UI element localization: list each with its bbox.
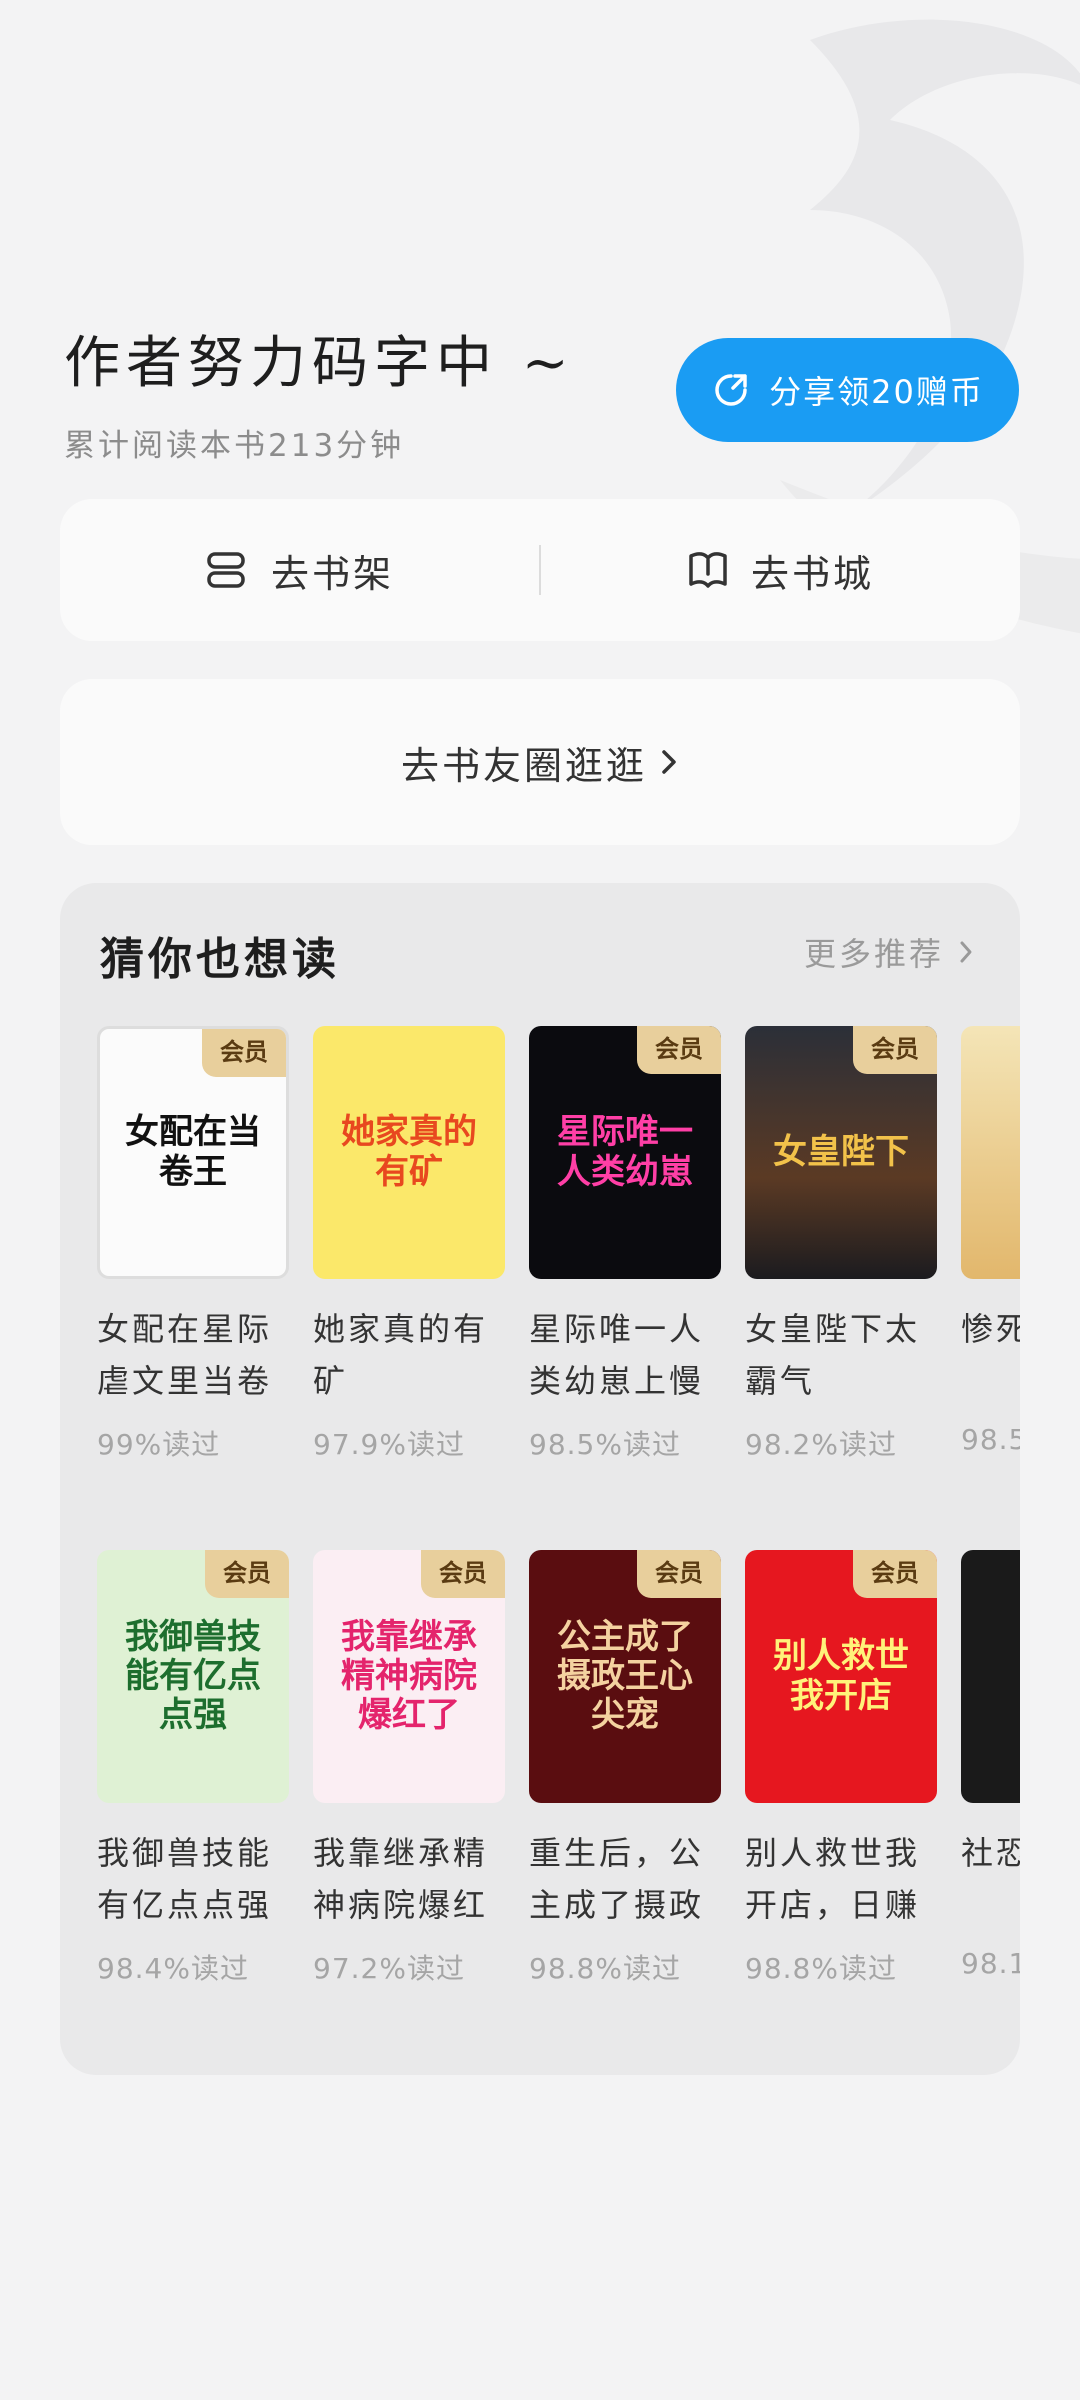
book-title: 我靠继承精神病院爆红	[313, 1834, 489, 1924]
book-cover: 星际唯一人类幼崽 会员	[529, 1026, 721, 1279]
book-row: 女配在当卷王 会员 女配在星际虐文里当卷 99%读过 她家真的有矿 她家真的有矿…	[97, 1026, 1020, 1506]
cover-text: 公主成了摄政王心尖宠	[557, 1616, 693, 1736]
book-card[interactable]: 女配在当卷王 会员 女配在星际虐文里当卷 99%读过	[97, 1026, 289, 1463]
reading-time: 累计阅读本书213分钟	[64, 428, 405, 464]
reader-circle-button[interactable]: 去书友圈逛逛	[60, 679, 1020, 845]
more-recommend-label: 更多推荐	[803, 935, 944, 973]
book-cover	[961, 1550, 1020, 1803]
book-title: 女配在星际虐文里当卷	[97, 1310, 273, 1400]
book-cover: 别人救世我开店 会员	[745, 1550, 937, 1803]
book-cover: 女配在当卷王 会员	[97, 1026, 289, 1279]
vip-badge: 会员	[202, 1029, 286, 1077]
read-rate: 98.8%读过	[745, 1952, 897, 1985]
cover-text: 我靠继承精神病院爆红了	[341, 1616, 477, 1736]
read-rate: 98.8%读过	[529, 1952, 681, 1985]
share-icon	[715, 374, 747, 406]
page-title: 作者努力码字中 ~	[64, 331, 575, 396]
chevron-right-icon	[662, 750, 676, 774]
read-rate: 99%读过	[97, 1428, 221, 1461]
share-button-label: 分享领20赠币	[769, 373, 984, 411]
reader-circle-label: 去书友圈逛逛	[400, 743, 647, 788]
cover-text: 别人救世我开店	[773, 1636, 909, 1716]
book-cover: 我御兽技能有亿点点强 会员	[97, 1550, 289, 1803]
book-card[interactable]: 我御兽技能有亿点点强 会员 我御兽技能有亿点点强 98.4%读过	[97, 1550, 289, 1987]
book-cover: 公主成了摄政王心尖宠 会员	[529, 1550, 721, 1803]
book-card[interactable]: 星际唯一人类幼崽 会员 星际唯一人类幼崽上慢 98.5%读过	[529, 1026, 721, 1463]
cover-text: 女配在当卷王	[125, 1112, 261, 1192]
book-row: 我御兽技能有亿点点强 会员 我御兽技能有亿点点强 98.4%读过 我靠继承精神病…	[97, 1550, 1020, 2030]
book-title: 别人救世我开店，日赚	[745, 1834, 921, 1924]
book-title: 社恐界沉	[961, 1834, 1020, 1872]
book-card[interactable]: 惨死三任 98.5	[961, 1026, 1020, 1456]
more-recommend-link[interactable]: 更多推荐	[804, 929, 974, 975]
book-cover	[961, 1026, 1020, 1279]
book-card[interactable]: 女皇陛下 会员 女皇陛下太霸气 98.2%读过	[745, 1026, 937, 1463]
go-bookshelf-label: 去书架	[270, 551, 394, 596]
read-rate: 98.1	[961, 1947, 1020, 1980]
book-title: 她家真的有矿	[313, 1310, 489, 1400]
cover-text: 她家真的有矿	[341, 1112, 477, 1192]
read-rate: 97.2%读过	[313, 1952, 465, 1985]
book-icon	[689, 552, 727, 588]
book-title: 星际唯一人类幼崽上慢	[529, 1310, 705, 1400]
book-card[interactable]: 别人救世我开店 会员 别人救世我开店，日赚 98.8%读过	[745, 1550, 937, 1987]
vip-badge: 会员	[421, 1550, 505, 1598]
book-card[interactable]: 社恐界沉 98.1	[961, 1550, 1020, 1980]
book-title: 我御兽技能有亿点点强	[97, 1834, 273, 1924]
go-bookstore-label: 去书城	[750, 551, 874, 596]
chevron-right-icon	[960, 941, 972, 963]
go-bookstore-button[interactable]: 去书城	[541, 543, 1020, 598]
book-title: 女皇陛下太霸气	[745, 1310, 921, 1400]
vip-badge: 会员	[205, 1550, 289, 1598]
quick-nav-card: 去书架 去书城	[60, 499, 1020, 641]
book-card[interactable]: 她家真的有矿 她家真的有矿 97.9%读过	[313, 1026, 505, 1463]
book-cover: 我靠继承精神病院爆红了 会员	[313, 1550, 505, 1803]
cover-text: 我御兽技能有亿点点强	[125, 1616, 261, 1736]
page: 作者努力码字中 ~ 累计阅读本书213分钟 分享领20赠币 去书架 去书城 去书…	[0, 0, 1080, 2400]
vip-badge: 会员	[637, 1550, 721, 1598]
book-title: 惨死三任	[961, 1310, 1020, 1348]
book-title: 重生后，公主成了摄政	[529, 1834, 705, 1924]
cover-text: 女皇陛下	[773, 1131, 909, 1172]
read-rate: 98.4%读过	[97, 1952, 249, 1985]
cover-text: 星际唯一人类幼崽	[557, 1112, 693, 1192]
vip-badge: 会员	[637, 1026, 721, 1074]
go-bookshelf-button[interactable]: 去书架	[60, 543, 539, 598]
read-rate: 98.2%读过	[745, 1428, 897, 1461]
book-card[interactable]: 公主成了摄政王心尖宠 会员 重生后，公主成了摄政 98.8%读过	[529, 1550, 721, 1987]
bookshelf-icon	[207, 552, 245, 588]
read-rate: 98.5	[961, 1423, 1020, 1456]
recommend-section: 猜你也想读 更多推荐 女配在当卷王 会员 女配在星际虐文里当卷 99%读过 她家…	[60, 883, 1020, 2075]
book-cover: 她家真的有矿	[313, 1026, 505, 1279]
book-cover: 女皇陛下 会员	[745, 1026, 937, 1279]
vip-badge: 会员	[853, 1550, 937, 1598]
vip-badge: 会员	[853, 1026, 937, 1074]
recommend-title: 猜你也想读	[100, 934, 340, 985]
share-button[interactable]: 分享领20赠币	[676, 338, 1019, 442]
read-rate: 98.5%读过	[529, 1428, 681, 1461]
read-rate: 97.9%读过	[313, 1428, 465, 1461]
book-card[interactable]: 我靠继承精神病院爆红了 会员 我靠继承精神病院爆红 97.2%读过	[313, 1550, 505, 1987]
